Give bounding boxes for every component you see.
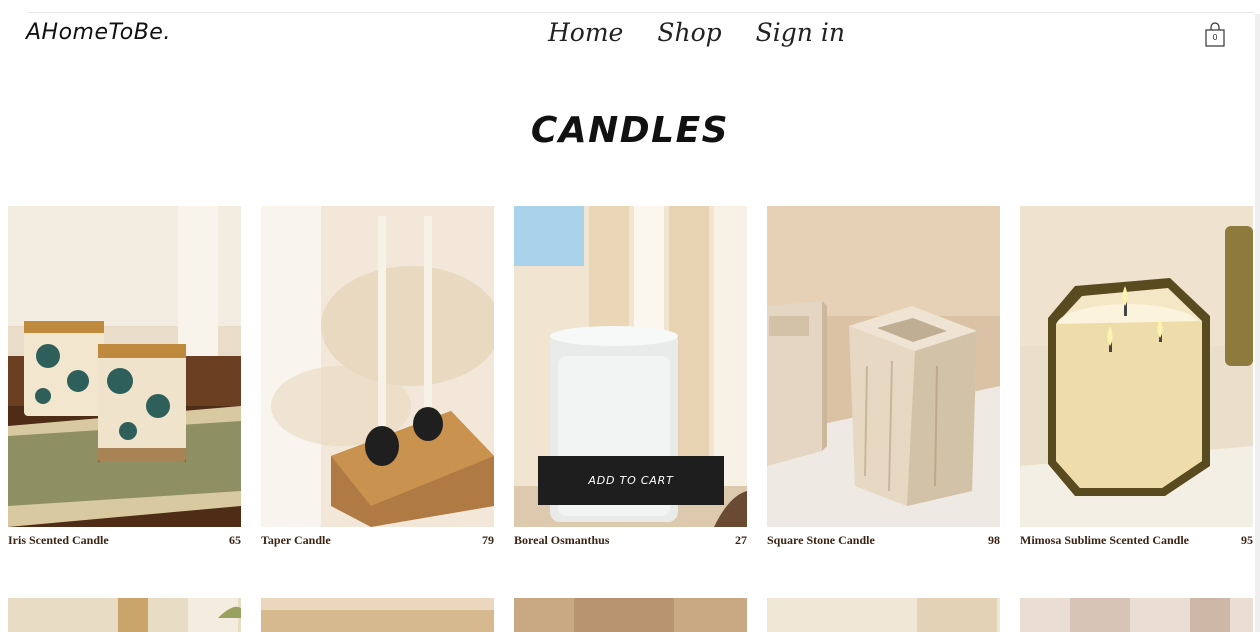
product-image[interactable] xyxy=(514,598,747,632)
nav-signin-link[interactable]: Sign in xyxy=(756,18,845,47)
nav-home-link[interactable]: Home xyxy=(548,18,623,47)
product-name[interactable]: Boreal Osmanthus xyxy=(514,533,609,548)
add-to-cart-button[interactable]: ADD TO CART xyxy=(538,456,724,505)
product-card[interactable]: Taper Candle 79 xyxy=(261,206,494,548)
product-card[interactable]: Square Stone Candle 98 xyxy=(767,206,1000,548)
scrollbar[interactable] xyxy=(1255,14,1260,632)
product-card[interactable]: Iris Scented Candle 65 xyxy=(8,206,241,548)
product-image[interactable] xyxy=(1020,206,1253,527)
product-image[interactable] xyxy=(767,206,1000,527)
product-price: 79 xyxy=(482,533,494,547)
product-image[interactable] xyxy=(8,598,241,632)
product-name[interactable]: Iris Scented Candle xyxy=(8,533,109,548)
product-price: 27 xyxy=(735,533,747,547)
product-price: 65 xyxy=(229,533,241,547)
product-card[interactable]: ADD TO CART Boreal Osmanthus 27 xyxy=(514,206,747,548)
product-price: 95 xyxy=(1241,533,1253,547)
product-name[interactable]: Mimosa Sublime Scented Candle xyxy=(1020,533,1189,548)
product-image[interactable] xyxy=(1020,598,1253,632)
header-divider xyxy=(28,12,1254,13)
main-nav: Home Shop Sign in xyxy=(548,18,845,47)
product-image[interactable] xyxy=(261,598,494,632)
product-image[interactable] xyxy=(8,206,241,527)
product-name[interactable]: Taper Candle xyxy=(261,533,331,548)
product-image[interactable] xyxy=(261,206,494,527)
nav-shop-link[interactable]: Shop xyxy=(657,18,721,47)
product-card[interactable]: Mimosa Sublime Scented Candle 95 xyxy=(1020,206,1253,548)
product-grid-row-2 xyxy=(8,598,1254,632)
site-logo[interactable]: AHomeToBe. xyxy=(26,20,171,45)
product-image[interactable]: ADD TO CART xyxy=(514,206,747,527)
product-image[interactable] xyxy=(767,598,1000,632)
product-name[interactable]: Square Stone Candle xyxy=(767,533,875,548)
cart-button[interactable]: 0 xyxy=(1204,22,1226,48)
product-price: 98 xyxy=(988,533,1000,547)
page-title: CANDLES xyxy=(530,110,730,151)
cart-count: 0 xyxy=(1212,33,1218,42)
